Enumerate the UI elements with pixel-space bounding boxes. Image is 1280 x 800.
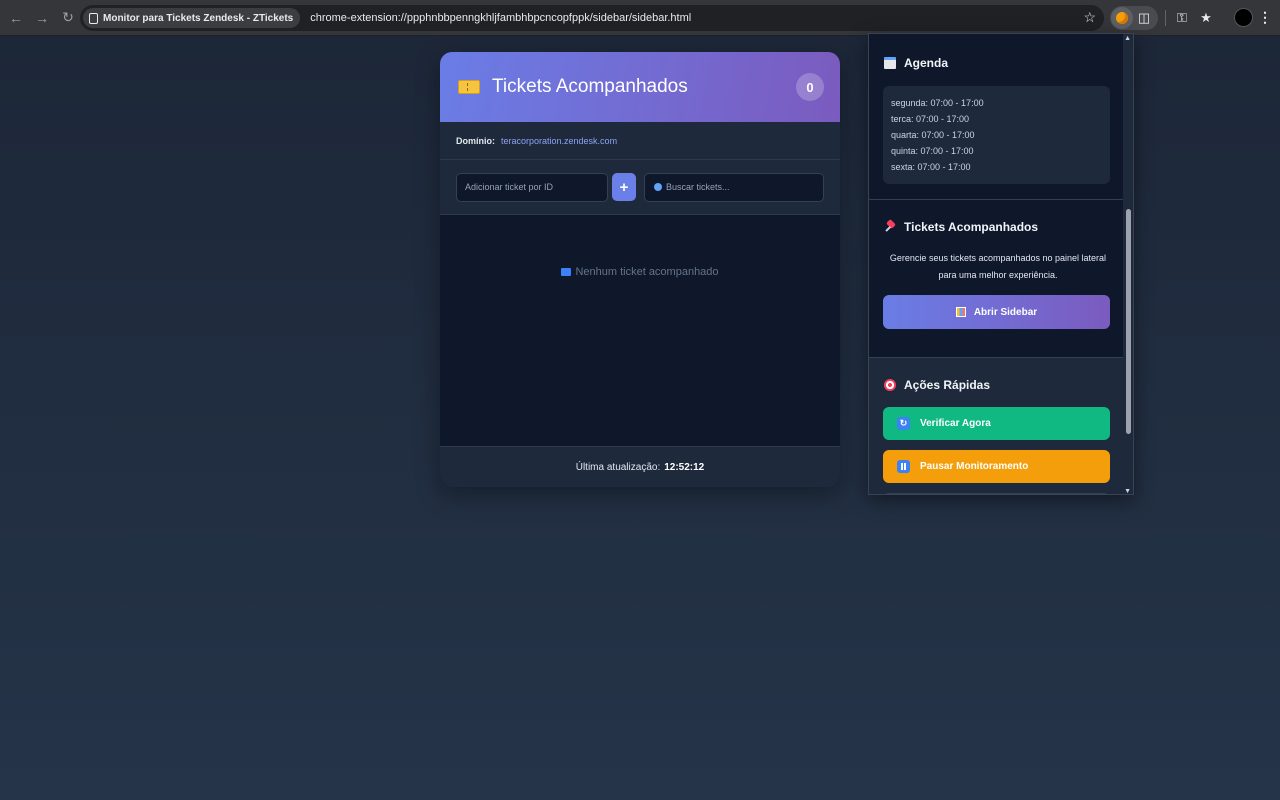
toolbar-divider	[1165, 10, 1166, 26]
favorites-icon[interactable]: ★	[1195, 7, 1217, 29]
quick-actions-title: Ações Rápidas	[884, 378, 990, 392]
last-update-time: 12:52:12	[664, 461, 705, 473]
domain-link[interactable]: teracorporation.zendesk.com	[501, 136, 617, 146]
quick-actions-title-text: Ações Rápidas	[904, 378, 991, 392]
popup-content: Agenda segunda: 07:00 - 17:00 terca: 07:…	[869, 34, 1125, 494]
add-ticket-button[interactable]: +	[612, 173, 636, 201]
open-sidebar-label: Abrir Sidebar	[973, 306, 1038, 318]
url-text[interactable]: chrome-extension://ppphnbbpenngkhljfambh…	[310, 12, 691, 24]
search-placeholder: Buscar tickets...	[666, 182, 730, 192]
schedule-box: segunda: 07:00 - 17:00 terca: 07:00 - 17…	[883, 86, 1110, 184]
verify-now-label: Verificar Agora	[920, 418, 991, 429]
open-sidebar-button[interactable]: Abrir Sidebar	[883, 295, 1110, 329]
ticket-icon	[458, 80, 480, 94]
pause-monitoring-button[interactable]: Pausar Monitoramento	[883, 450, 1110, 483]
input-row: Adicionar ticket por ID + Buscar tickets…	[440, 160, 840, 215]
scroll-down-arrow-icon[interactable]: ▼	[1124, 488, 1131, 494]
back-icon[interactable]: ←	[4, 6, 28, 30]
schedule-friday: sexta: 07:00 - 17:00	[891, 162, 971, 172]
empty-state: Nenhum ticket acompanhado	[440, 266, 840, 278]
schedule-thursday: quinta: 07:00 - 17:00	[891, 146, 974, 156]
ticket-list: Nenhum ticket acompanhado	[440, 215, 840, 446]
next-action-button[interactable]	[883, 493, 1110, 494]
calendar-icon	[884, 57, 896, 69]
search-input[interactable]: Buscar tickets...	[644, 172, 824, 202]
card-header: Tickets Acompanhados 0	[440, 52, 840, 122]
profile-avatar[interactable]	[1234, 8, 1253, 27]
tickets-description-line1: Gerencie seus tickets acompanhados no pa…	[889, 253, 1107, 263]
inbox-icon	[561, 268, 572, 276]
extension-logo-icon	[1116, 12, 1128, 24]
schedule-monday: segunda: 07:00 - 17:00	[891, 98, 984, 108]
last-update-label: Última atualização:	[575, 461, 661, 473]
domain-row: Domínio: teracorporation.zendesk.com	[440, 122, 840, 160]
target-icon	[884, 379, 896, 391]
card-title: Tickets Acompanhados	[492, 76, 688, 97]
scroll-up-arrow-icon[interactable]: ▲	[1124, 35, 1131, 42]
tickets-description: Gerencie seus tickets acompanhados no pa…	[881, 250, 1115, 284]
reload-icon[interactable]: ↻	[56, 6, 80, 30]
extension-icon[interactable]	[1111, 7, 1133, 29]
menu-icon[interactable]: ⋮	[1258, 7, 1272, 27]
tickets-title: Tickets Acompanhados	[884, 220, 1038, 234]
empty-message: Nenhum ticket acompanhado	[575, 266, 719, 278]
forward-icon[interactable]: →	[30, 6, 54, 30]
extension-group: ◫	[1110, 6, 1158, 30]
schedule-wednesday: quarta: 07:00 - 17:00	[891, 130, 975, 140]
agenda-section: Agenda segunda: 07:00 - 17:00 terca: 07:…	[869, 34, 1125, 200]
add-ticket-input[interactable]: Adicionar ticket por ID	[456, 172, 608, 202]
agenda-title-text: Agenda	[904, 56, 949, 70]
puzzle-icon[interactable]: ◫	[1133, 7, 1155, 29]
pin-icon	[884, 221, 896, 233]
tickets-section: Tickets Acompanhados Gerencie seus ticke…	[869, 200, 1125, 358]
schedule-tuesday: terca: 07:00 - 17:00	[891, 114, 970, 124]
bookmark-star-icon[interactable]: ☆	[1083, 9, 1096, 26]
search-icon	[654, 183, 662, 191]
tickets-card: Tickets Acompanhados 0 Domínio: teracorp…	[440, 52, 840, 487]
pause-monitoring-label: Pausar Monitoramento	[920, 461, 1029, 472]
popup-scrollbar[interactable]: ▲ ▼	[1123, 34, 1133, 494]
extension-popup: Agenda segunda: 07:00 - 17:00 terca: 07:…	[868, 33, 1134, 495]
site-info-chip[interactable]: Monitor para Tickets Zendesk - ZTickets	[83, 8, 301, 28]
verify-now-button[interactable]: ↻ Verificar Agora	[883, 407, 1110, 440]
tickets-description-line2: para uma melhor experiência.	[938, 270, 1058, 280]
page-icon	[89, 12, 98, 24]
browser-toolbar: ← → ↻ Monitor para Tickets Zendesk - ZTi…	[0, 0, 1280, 36]
last-update-row: Última atualização: 12:52:12	[440, 446, 840, 487]
refresh-icon: ↻	[897, 417, 910, 430]
tab-title: Monitor para Tickets Zendesk - ZTickets	[103, 12, 294, 24]
agenda-title: Agenda	[884, 56, 948, 70]
address-bar[interactable]: Monitor para Tickets Zendesk - ZTickets …	[80, 5, 1104, 31]
quick-actions-section: Ações Rápidas ↻ Verificar Agora Pausar M…	[869, 358, 1125, 494]
tickets-title-text: Tickets Acompanhados	[904, 220, 1039, 234]
key-icon[interactable]: ⚿	[1171, 7, 1193, 29]
ticket-count-badge: 0	[796, 73, 824, 101]
domain-label: Domínio:	[456, 135, 495, 146]
chart-icon	[955, 307, 966, 317]
pause-icon	[897, 460, 910, 473]
scroll-thumb[interactable]	[1126, 209, 1131, 434]
